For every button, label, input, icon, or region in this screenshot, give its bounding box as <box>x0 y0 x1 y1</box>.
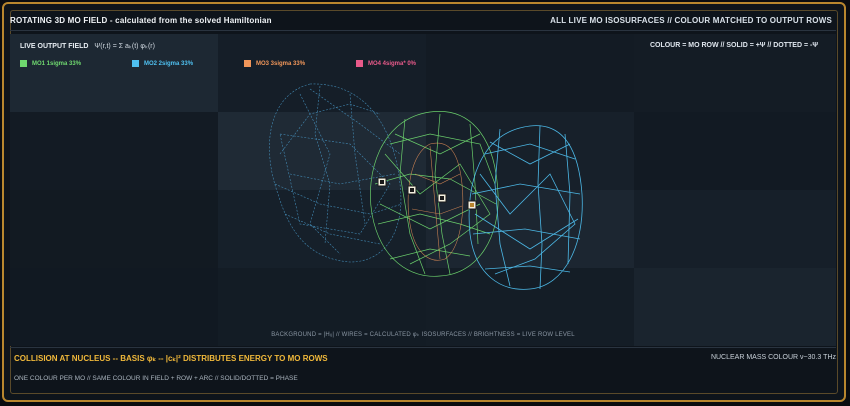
legend-item-mo3[interactable]: MO3 3sigma 33% <box>244 60 305 67</box>
footer-legend-note: ONE COLOUR PER MO // SAME COLOUR IN FIEL… <box>14 375 298 382</box>
mo3-swatch <box>244 60 251 67</box>
footer-divider <box>10 347 836 348</box>
legend-item-mo1[interactable]: MO1 1sigma 33% <box>20 60 81 67</box>
viewport-caption: BACKGROUND = |Hᵢⱼ| // WIRES = CALCULATED… <box>271 332 575 338</box>
live-output-label: LIVE OUTPUT FIELD Ψ(r,t) = Σ aₖ(t) φₖ(r) <box>20 42 155 50</box>
mo2-swatch <box>132 60 139 67</box>
collision-title: COLLISION AT NUCLEUS -- BASIS φₖ -- |cₖ|… <box>14 354 328 363</box>
live-output-formula: Ψ(r,t) = Σ aₖ(t) φₖ(r) <box>94 43 155 50</box>
page-title: ROTATING 3D MO FIELD - calculated from t… <box>10 15 272 25</box>
legend-label: MO1 1sigma 33% <box>32 60 82 67</box>
mo4-swatch <box>356 60 363 67</box>
mo-isosurfaces <box>269 83 583 290</box>
nucleus-marker-d <box>467 200 477 210</box>
nucleus-marker-b <box>407 185 417 195</box>
nucleus-marker-a <box>377 177 387 187</box>
mo3-lobe <box>407 142 464 261</box>
colour-key-label: COLOUR = MO ROW // SOLID = +Ψ // DOTTED … <box>649 42 818 49</box>
legend-label: MO4 4sigma* 0% <box>368 60 417 67</box>
live-output-title: LIVE OUTPUT FIELD <box>20 43 89 50</box>
mo-field-viewport[interactable]: LIVE OUTPUT FIELD Ψ(r,t) = Σ aₖ(t) φₖ(r)… <box>10 34 836 346</box>
legend-label: MO3 3sigma 33% <box>256 60 306 67</box>
mo2-negative-lobe <box>269 83 403 263</box>
mo1-swatch <box>20 60 27 67</box>
legend-label: MO2 2sigma 33% <box>144 60 194 67</box>
legend-item-mo2[interactable]: MO2 2sigma 33% <box>132 60 193 67</box>
header-status: ALL LIVE MO ISOSURFACES // COLOUR MATCHE… <box>550 15 832 25</box>
legend-item-mo4[interactable]: MO4 4sigma* 0% <box>356 60 416 67</box>
header-bar: ROTATING 3D MO FIELD - calculated from t… <box>10 10 836 30</box>
nuclear-mass-readout: NUCLEAR MASS COLOUR ν~30.3 THz <box>710 354 836 361</box>
header-divider <box>10 30 836 31</box>
nucleus-marker-c <box>437 193 447 203</box>
